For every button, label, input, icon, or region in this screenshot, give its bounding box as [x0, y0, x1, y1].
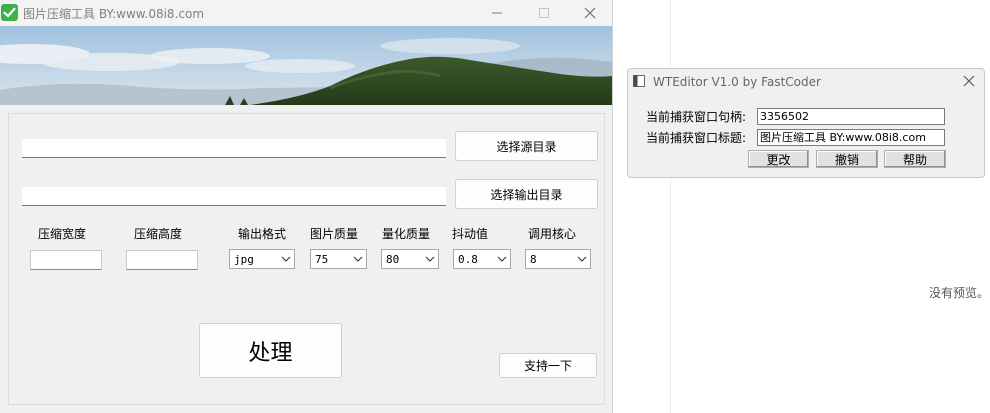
window-handle-label: 当前捕获窗口句柄:	[646, 110, 747, 124]
close-icon	[584, 7, 596, 19]
select-output-dir-button[interactable]: 选择输出目录	[455, 179, 598, 209]
maximize-icon	[539, 8, 549, 18]
width-label: 压缩宽度	[38, 227, 87, 241]
window-app-icon	[633, 75, 645, 87]
cores-select[interactable]: 8	[525, 249, 591, 269]
dither-select-value: 0.8	[458, 253, 478, 266]
cores-select-value: 8	[530, 253, 537, 266]
window-handle-field[interactable]: 3356502	[757, 108, 945, 125]
support-button[interactable]: 支持一下	[499, 353, 597, 378]
chevron-down-icon	[425, 256, 435, 262]
window-title-field[interactable]: 图片压缩工具 BY:www.08i8.com	[757, 129, 945, 146]
height-input[interactable]	[126, 250, 198, 270]
title-bar[interactable]: 图片压缩工具 BY:www.08i8.com	[0, 0, 612, 26]
quant-quality-select-value: 80	[386, 253, 400, 266]
wteditor-window: WTEditor V1.0 by FastCoder 当前捕获窗口句柄: 335…	[627, 68, 985, 178]
preview-pane: 没有预览。	[670, 0, 990, 413]
width-input[interactable]	[30, 250, 102, 270]
source-dir-field[interactable]	[22, 139, 446, 158]
chevron-down-icon	[577, 256, 587, 262]
checkmark-app-icon	[1, 4, 18, 21]
format-label: 输出格式	[238, 227, 287, 241]
format-select-value: jpg	[234, 253, 254, 266]
minimize-icon	[492, 12, 502, 14]
quality-select[interactable]: 75	[310, 249, 367, 269]
maximize-button[interactable]	[533, 2, 555, 24]
window-title-label: 当前捕获窗口标题:	[646, 131, 747, 145]
close-button[interactable]	[579, 2, 601, 24]
select-source-dir-button[interactable]: 选择源目录	[455, 131, 598, 161]
quant-quality-select[interactable]: 80	[381, 249, 439, 269]
dither-select[interactable]: 0.8	[453, 249, 511, 269]
window-title: 图片压缩工具 BY:www.08i8.com	[23, 7, 205, 21]
height-label: 压缩高度	[134, 227, 183, 241]
format-select[interactable]: jpg	[229, 249, 295, 269]
dither-label: 抖动值	[452, 227, 489, 241]
image-compress-window: 图片压缩工具 BY:www.08i8.com 选择源目录 选择输出目录 压缩宽度…	[0, 0, 613, 413]
no-preview-text: 没有预览。	[928, 286, 989, 300]
minimize-button[interactable]	[486, 2, 508, 24]
help-button[interactable]: 帮助	[884, 150, 946, 168]
chevron-down-icon	[281, 256, 291, 262]
process-button[interactable]: 处理	[199, 323, 342, 378]
cores-label: 调用核心	[528, 227, 577, 241]
quality-label: 图片质量	[310, 227, 359, 241]
chevron-down-icon	[353, 256, 363, 262]
output-dir-field[interactable]	[22, 187, 446, 206]
undo-button[interactable]: 撤销	[816, 150, 878, 168]
landscape-banner	[0, 26, 612, 105]
quality-select-value: 75	[315, 253, 329, 266]
chevron-down-icon	[497, 256, 507, 262]
change-button[interactable]: 更改	[748, 150, 809, 168]
quant-quality-label: 量化质量	[382, 227, 431, 241]
close-icon[interactable]	[961, 73, 977, 89]
wteditor-title: WTEditor V1.0 by FastCoder	[653, 75, 821, 89]
